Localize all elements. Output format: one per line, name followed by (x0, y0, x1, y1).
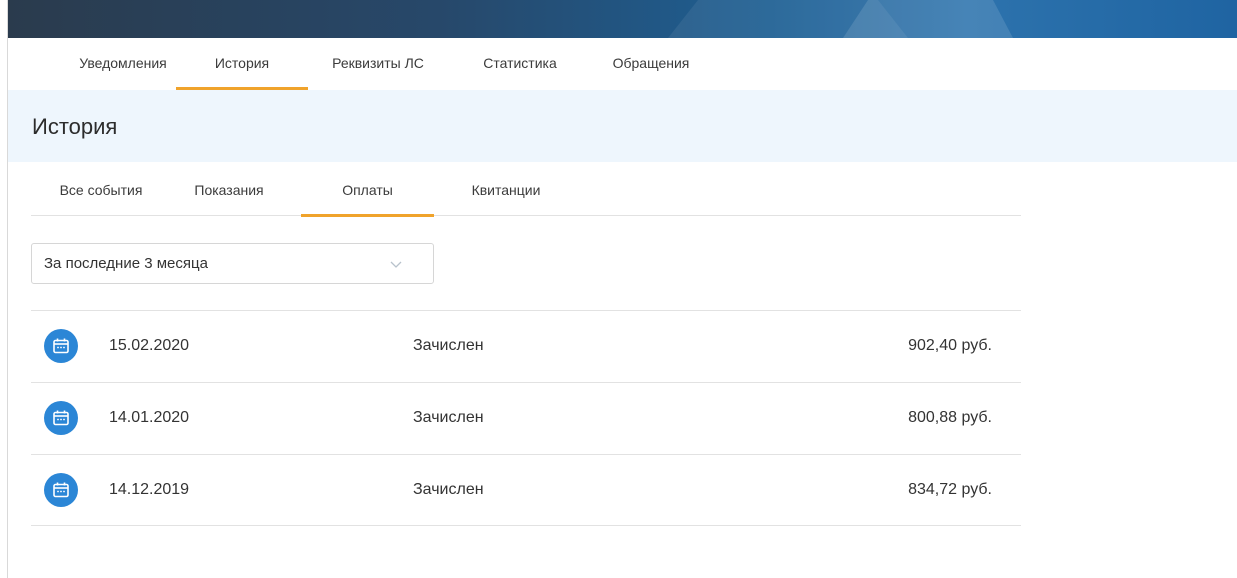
payment-status: Зачислен (413, 337, 484, 354)
main-tabs: Уведомления История Реквизиты ЛС Статист… (8, 38, 1237, 90)
sub-tabs: Все события Показания Оплаты Квитанции (31, 162, 1021, 217)
list-item[interactable]: 14.01.2020 Зачислен 800,88 руб. (31, 382, 1021, 454)
payment-amount: 834,72 руб. (908, 481, 992, 498)
tab-notifications[interactable]: Уведомления (68, 38, 178, 90)
payment-date: 14.12.2019 (109, 481, 190, 498)
subtab-readings[interactable]: Показания (179, 162, 279, 216)
chevron-down-icon (390, 261, 402, 268)
header-banner (8, 0, 1237, 38)
subtab-receipts[interactable]: Квитанции (451, 162, 561, 216)
calendar-icon (44, 401, 78, 435)
tab-account-details[interactable]: Реквизиты ЛС (318, 38, 438, 90)
tab-history[interactable]: История (176, 38, 308, 90)
payment-date: 14.01.2020 (109, 409, 190, 426)
page-title-bar: История (8, 90, 1237, 162)
calendar-icon (44, 473, 78, 507)
payment-date: 15.02.2020 (109, 337, 190, 354)
banner-decoration (843, 0, 1013, 38)
subtab-all-events[interactable]: Все события (46, 162, 156, 216)
payment-status: Зачислен (413, 409, 484, 426)
payment-amount: 902,40 руб. (908, 337, 992, 354)
tab-statistics[interactable]: Статистика (470, 38, 570, 90)
page-title: История (32, 114, 118, 139)
period-select[interactable]: За последние 3 месяца (31, 243, 434, 284)
payment-amount: 800,88 руб. (908, 409, 992, 426)
subtab-payments[interactable]: Оплаты (301, 162, 434, 217)
list-item[interactable]: 14.12.2019 Зачислен 834,72 руб. (31, 454, 1021, 526)
payment-status: Зачислен (413, 481, 484, 498)
payments-list: 15.02.2020 Зачислен 902,40 руб. 14.01.20… (31, 310, 1021, 526)
list-item[interactable]: 15.02.2020 Зачислен 902,40 руб. (31, 310, 1021, 382)
period-select-value: За последние 3 месяца (44, 255, 208, 272)
calendar-icon (44, 329, 78, 363)
tab-requests[interactable]: Обращения (601, 38, 701, 90)
